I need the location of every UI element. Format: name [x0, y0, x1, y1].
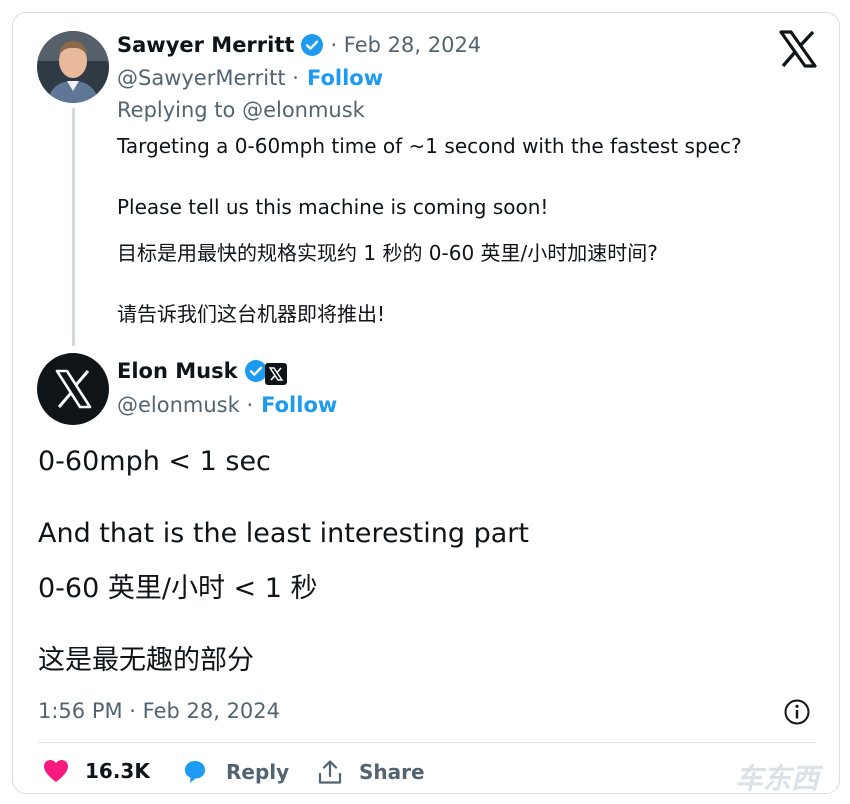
main-handle-row: @elonmusk · Follow: [117, 393, 337, 417]
reply-label: Reply: [226, 760, 290, 784]
info-icon[interactable]: [783, 698, 811, 726]
replying-to[interactable]: Replying to @elonmusk: [117, 98, 365, 122]
like-button[interactable]: 16.3K: [42, 758, 150, 784]
tweet-text-line: And that is the least interesting part: [38, 518, 529, 549]
share-icon: [317, 758, 343, 786]
author-handle[interactable]: @elonmusk ·: [117, 393, 253, 417]
affiliation-badge-icon: [265, 363, 287, 385]
reply-text-line-zh: 请告诉我们这台机器即将推出!: [117, 302, 386, 326]
x-logo-icon: [55, 369, 92, 409]
author-name[interactable]: Elon Musk: [117, 359, 238, 383]
like-count: 16.3K: [85, 759, 150, 783]
author-handle[interactable]: @SawyerMerritt ·: [117, 66, 299, 90]
share-label: Share: [359, 760, 425, 784]
watermark-logo: 车东西: [735, 762, 820, 795]
reply-text-line: Targeting a 0-60mph time of ~1 second wi…: [117, 134, 742, 158]
reply-text-line: Please tell us this machine is coming so…: [117, 195, 549, 219]
tweet-date[interactable]: · Feb 28, 2024: [330, 33, 481, 57]
follow-button[interactable]: Follow: [261, 393, 337, 417]
reply-bubble-icon: [181, 758, 209, 786]
verified-badge-icon: [244, 359, 268, 383]
reply-handle-row: @SawyerMerritt · Follow: [117, 66, 383, 90]
main-author-row: Elon Musk: [117, 359, 268, 383]
thread-connector-line: [72, 108, 75, 346]
share-button[interactable]: Share: [317, 758, 425, 786]
tweet-text-line: 0-60mph < 1 sec: [38, 446, 271, 477]
reply-author-row: Sawyer Merritt · Feb 28, 2024: [117, 33, 481, 57]
avatar-elon-musk[interactable]: [37, 353, 109, 425]
avatar-sawyer-merritt[interactable]: [37, 31, 109, 103]
tweet-timestamp[interactable]: 1:56 PM · Feb 28, 2024: [38, 699, 280, 723]
x-logo-icon[interactable]: [778, 30, 818, 68]
verified-badge-icon: [300, 33, 324, 57]
reply-text-line-zh: 目标是用最快的规格实现约 1 秒的 0-60 英里/小时加速时间?: [117, 241, 658, 265]
tweet-text-line-zh: 0-60 英里/小时 < 1 秒: [38, 573, 318, 604]
reply-button[interactable]: Reply: [181, 758, 289, 786]
follow-button[interactable]: Follow: [307, 66, 383, 90]
actions-divider: [38, 742, 816, 743]
author-name[interactable]: Sawyer Merritt: [117, 33, 294, 57]
heart-icon: [42, 758, 70, 784]
tweet-text-line-zh: 这是最无趣的部分: [38, 645, 254, 676]
